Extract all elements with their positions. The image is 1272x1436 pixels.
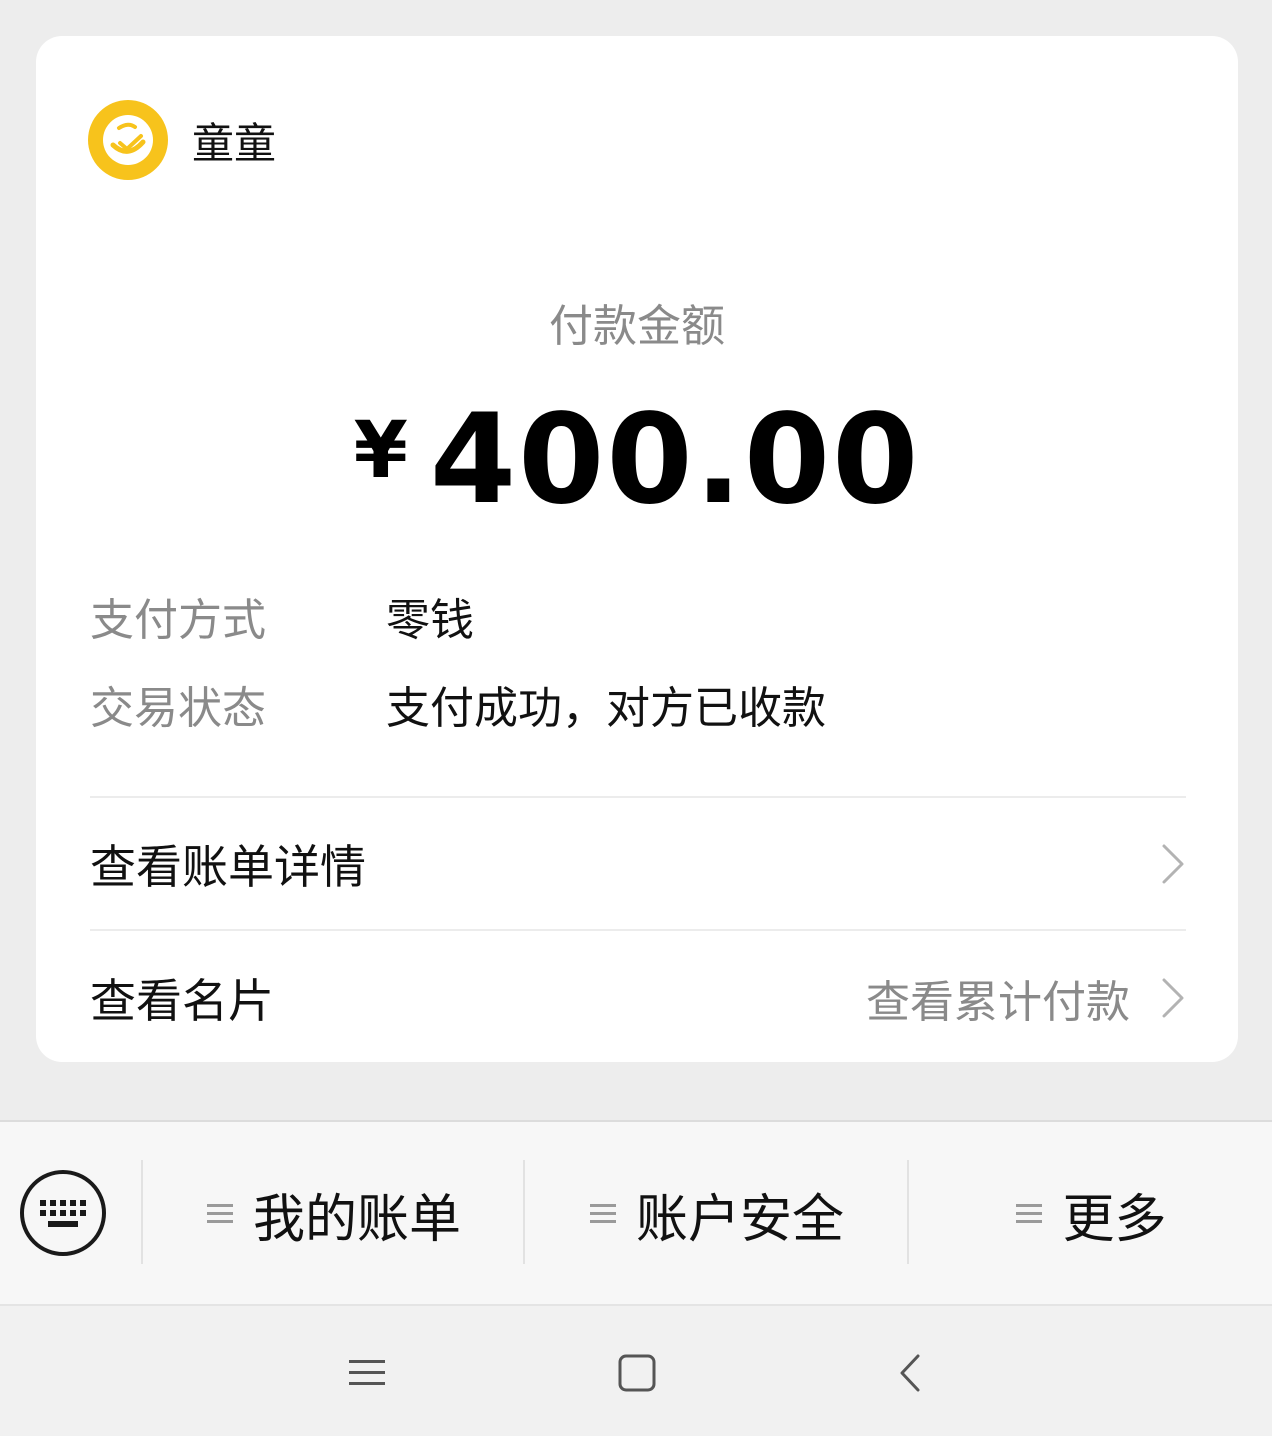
payment-amount: ¥ 400.00: [36, 388, 1238, 532]
smile-face-icon: [88, 100, 168, 180]
menu-lines-icon: [1016, 1204, 1043, 1223]
payment-method-value: 零钱: [386, 595, 474, 646]
menu-my-bills[interactable]: 我的账单: [143, 1122, 523, 1306]
view-cumulative-payment-label: 查看累计付款: [866, 977, 1130, 1028]
amount-value: 400.00: [429, 388, 921, 532]
menu-account-security-label: 账户安全: [635, 1189, 844, 1250]
merchant-header[interactable]: 童童: [88, 100, 276, 180]
menu-account-security[interactable]: 账户安全: [525, 1122, 907, 1306]
currency-symbol: ¥: [353, 406, 408, 496]
menu-more[interactable]: 更多: [909, 1122, 1272, 1306]
system-navigation-bar: [0, 1304, 1272, 1436]
view-card-row: 查看名片 查看累计付款: [90, 938, 1186, 1058]
view-bill-details-label: 查看账单详情: [90, 840, 366, 894]
view-bill-details-link[interactable]: 查看账单详情: [90, 804, 1186, 924]
view-cumulative-payment-link[interactable]: 查看累计付款: [866, 966, 1186, 1030]
official-account-menu: 我的账单 账户安全 更多: [0, 1120, 1272, 1304]
view-card-link[interactable]: 查看名片: [90, 965, 274, 1031]
transaction-status-label: 交易状态: [90, 683, 266, 734]
payment-method-row: 支付方式 零钱: [90, 584, 474, 648]
menu-my-bills-label: 我的账单: [252, 1189, 461, 1250]
keyboard-icon[interactable]: [18, 1168, 108, 1258]
nav-menu-icon[interactable]: [346, 1352, 388, 1394]
menu-lines-icon: [589, 1204, 616, 1223]
divider: [90, 929, 1186, 931]
payment-method-label: 支付方式: [90, 595, 266, 646]
amount-label: 付款金额: [549, 301, 725, 352]
chevron-right-icon: [1162, 978, 1184, 1018]
payment-card: 童童 付款金额 ¥ 400.00 支付方式 零钱 交易状态 支付成功，对方已收款…: [36, 36, 1238, 1062]
menu-lines-icon: [206, 1204, 233, 1223]
merchant-name: 童童: [192, 118, 277, 168]
divider: [90, 796, 1186, 798]
nav-back-icon[interactable]: [890, 1352, 932, 1394]
transaction-status-row: 交易状态 支付成功，对方已收款: [90, 672, 826, 736]
nav-home-icon[interactable]: [616, 1352, 658, 1394]
transaction-status-value: 支付成功，对方已收款: [386, 683, 826, 734]
chevron-right-icon: [1162, 844, 1184, 884]
menu-more-label: 更多: [1062, 1189, 1167, 1250]
